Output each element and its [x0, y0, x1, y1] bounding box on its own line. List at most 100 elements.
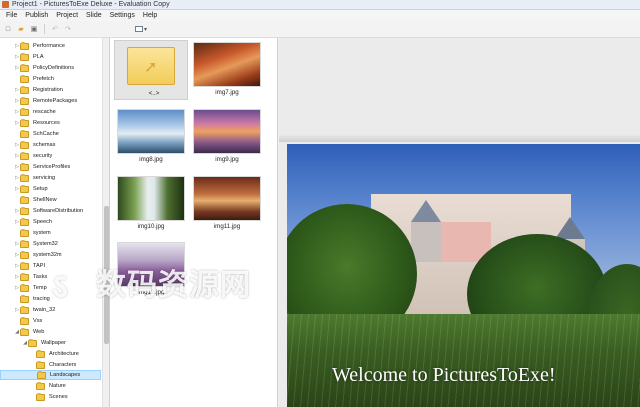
folder-icon	[20, 327, 29, 336]
canvas-toolbar	[279, 21, 640, 38]
slide-caption: Welcome to PicturesToExe!	[332, 364, 556, 386]
folder-icon	[20, 206, 29, 215]
grass	[287, 314, 640, 407]
folder-icon	[20, 217, 29, 226]
open-folder-icon[interactable]: ▰	[16, 24, 26, 34]
tree-item-rescache[interactable]: ▷ rescache	[14, 107, 56, 117]
folder-icon	[28, 338, 37, 347]
tree-scrollbar-thumb[interactable]	[104, 206, 109, 344]
tree-item-wallpaper[interactable]: ◢ Wallpaper	[22, 338, 66, 348]
thumbnail-image	[193, 42, 261, 87]
tree-item-system32m[interactable]: ▷ system32m	[14, 250, 62, 260]
tree-item-serviceprofiles[interactable]: ▷ ServiceProfiles	[14, 162, 70, 172]
tree-item-setup[interactable]: ▷ Setup	[14, 184, 48, 194]
thumbnail-image	[193, 109, 261, 154]
file-item-img11[interactable]: img11.jpg	[188, 174, 262, 234]
folder-icon	[20, 250, 29, 259]
tree-item-twain32[interactable]: ▷ twain_32	[14, 305, 55, 315]
tree-item-policydefinitions[interactable]: ▷ PolicyDefinitions	[14, 63, 74, 73]
view-mode-icon	[135, 26, 143, 32]
tree-item-characters[interactable]: Characters	[30, 360, 76, 370]
folder-icon	[20, 283, 29, 292]
tree-item-registration[interactable]: ▷ Registration	[14, 85, 63, 95]
menu-slide[interactable]: Slide	[82, 12, 106, 19]
toolbar: □ ▰ ▣ ↶ ↷ ▾	[0, 21, 280, 38]
folder-icon	[20, 129, 29, 138]
tree-item-softwaredistribution[interactable]: ▷ SoftwareDistribution	[14, 206, 83, 216]
thumbnail-image	[117, 242, 185, 287]
view-mode-button[interactable]: ▾	[135, 24, 152, 34]
folder-icon	[20, 305, 29, 314]
tree-item-remotepackages[interactable]: ▷ RemotePackages	[14, 96, 77, 106]
file-item-img9[interactable]: img9.jpg	[188, 107, 262, 167]
folder-icon	[36, 360, 45, 369]
folder-icon	[20, 294, 29, 303]
folder-icon	[20, 107, 29, 116]
tree-item-tasks[interactable]: ▷ Tasks	[14, 272, 47, 282]
app-icon	[2, 1, 9, 8]
tree-item-architecture[interactable]: Architecture	[30, 349, 79, 359]
redo-icon[interactable]: ↷	[63, 24, 73, 34]
tree-item-landscapes[interactable]: Landscapes	[0, 370, 101, 380]
tree-item-scenes[interactable]: Scenes	[30, 392, 68, 402]
new-project-icon[interactable]: □	[3, 24, 13, 34]
tree-item-speech[interactable]: ▷ Speech	[14, 217, 52, 227]
tree-item-nature[interactable]: Nature	[30, 381, 66, 391]
folder-icon	[20, 118, 29, 127]
tree-item-tapi[interactable]: ▷ TAPI	[14, 261, 45, 271]
undo-icon[interactable]: ↶	[50, 24, 60, 34]
folder-icon	[20, 239, 29, 248]
menu-help[interactable]: Help	[139, 12, 161, 19]
folder-icon	[37, 370, 46, 379]
folder-icon	[20, 272, 29, 281]
folder-icon	[36, 392, 45, 401]
slide-shadow	[279, 134, 640, 142]
folder-tree: ▷ Performance ▷ PLA ▷ PolicyDefinitions Pre…	[0, 38, 110, 407]
tree-item-shellnew[interactable]: ShellNew	[14, 195, 57, 205]
folder-icon	[20, 63, 29, 72]
menu-settings[interactable]: Settings	[106, 12, 139, 19]
folder-icon	[20, 195, 29, 204]
tree-item-tracing[interactable]: tracing	[14, 294, 50, 304]
file-item-img12[interactable]: img12.jpg	[112, 240, 186, 300]
folder-icon	[36, 381, 45, 390]
folder-icon	[20, 41, 29, 50]
folder-icon	[20, 173, 29, 182]
folder-icon	[20, 261, 29, 270]
tree-item-pla[interactable]: ▷ PLA	[14, 52, 44, 62]
tree-item-system32[interactable]: ▷ System32	[14, 239, 58, 249]
file-item-img7[interactable]: img7.jpg	[188, 40, 262, 100]
slide-preview[interactable]: Welcome to PicturesToExe!	[287, 144, 640, 407]
folder-icon	[20, 96, 29, 105]
menu-file[interactable]: File	[2, 12, 21, 19]
thumbnail-image	[193, 176, 261, 221]
thumbnail-image	[117, 109, 185, 154]
tree-item-resources[interactable]: ▷ Resources	[14, 118, 60, 128]
tree-scrollbar[interactable]	[102, 38, 109, 407]
file-item-parent-folder[interactable]: ➚ <..>	[114, 40, 188, 100]
folder-icon	[20, 184, 29, 193]
tree-item-performance[interactable]: ▷ Performance	[14, 41, 65, 51]
tree-item-temp[interactable]: ▷ Temp	[14, 283, 47, 293]
menu-project[interactable]: Project	[52, 12, 82, 19]
folder-icon	[20, 316, 29, 325]
toolbar-separator	[44, 24, 45, 34]
save-icon[interactable]: ▣	[29, 24, 39, 34]
file-item-img8[interactable]: img8.jpg	[112, 107, 186, 167]
tree-item-schcache[interactable]: SchCache	[14, 129, 59, 139]
tree-item-system[interactable]: system	[14, 228, 51, 238]
tree-item-web[interactable]: ◢ Web	[14, 327, 44, 337]
title-bar: Project1 - PicturesToExe Deluxe - Evalua…	[0, 0, 640, 10]
tree-item-security[interactable]: ▷ security	[14, 151, 52, 161]
file-browser: ➚ <..> img7.jpg img8.jpg img9.jpg img10.…	[110, 38, 278, 407]
folder-icon	[20, 140, 29, 149]
thumbnail-image	[117, 176, 185, 221]
tree-item-servicing[interactable]: ▷ servicing	[14, 173, 55, 183]
tree-item-prefetch[interactable]: Prefetch	[14, 74, 54, 84]
tree-item-vss[interactable]: Vss	[14, 316, 42, 326]
menu-publish[interactable]: Publish	[21, 12, 52, 19]
folder-icon	[20, 85, 29, 94]
slide-canvas: Welcome to PicturesToExe!	[279, 38, 640, 407]
file-item-img10[interactable]: img10.jpg	[112, 174, 186, 234]
tree-item-schemas[interactable]: ▷ schemas	[14, 140, 55, 150]
